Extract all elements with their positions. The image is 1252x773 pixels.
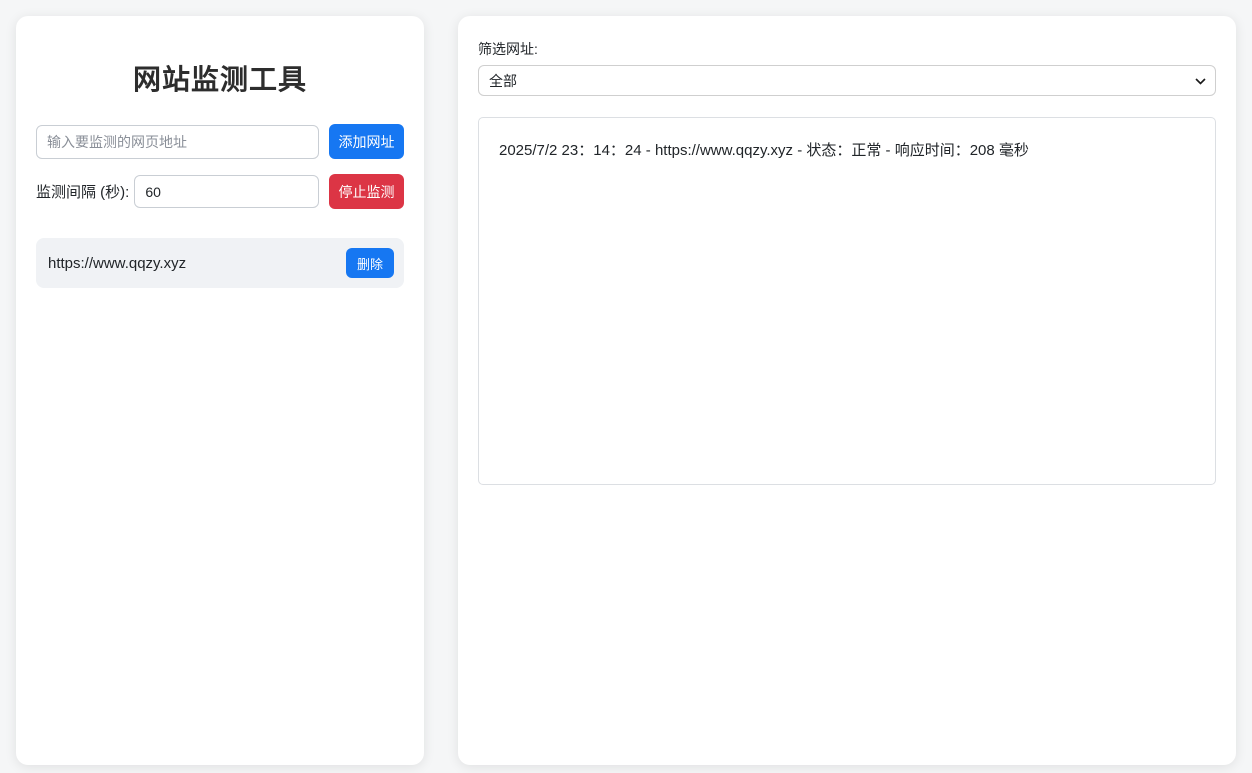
interval-row: 监测间隔 (秒): 停止监测 <box>36 174 404 209</box>
monitor-control-panel: 网站监测工具 添加网址 监测间隔 (秒): 停止监测 https://www.q… <box>16 16 424 765</box>
filter-select-wrap: 全部 <box>478 65 1216 96</box>
delete-site-button[interactable]: 删除 <box>346 248 394 278</box>
site-list-item: https://www.qqzy.xyz 删除 <box>36 238 404 288</box>
log-container[interactable]: 2025/7/2 23：14：24 - https://www.qqzy.xyz… <box>478 117 1216 485</box>
add-url-button[interactable]: 添加网址 <box>329 124 404 159</box>
filter-url-label: 筛选网址: <box>478 39 1216 59</box>
page: 网站监测工具 添加网址 监测间隔 (秒): 停止监测 https://www.q… <box>0 0 1252 773</box>
app-title: 网站监测工具 <box>36 58 404 98</box>
interval-label: 监测间隔 (秒): <box>36 181 129 202</box>
log-entry: 2025/7/2 23：14：24 - https://www.qqzy.xyz… <box>491 130 1203 171</box>
stop-monitor-button[interactable]: 停止监测 <box>329 174 404 209</box>
filter-select[interactable]: 全部 <box>478 65 1216 96</box>
log-panel: 筛选网址: 全部 2025/7/2 23：14：24 - https://www… <box>458 16 1236 765</box>
interval-input[interactable] <box>134 175 319 208</box>
site-list: https://www.qqzy.xyz 删除 <box>36 238 404 288</box>
add-url-row: 添加网址 <box>36 124 404 159</box>
site-url: https://www.qqzy.xyz <box>48 255 186 272</box>
url-input[interactable] <box>36 125 319 159</box>
